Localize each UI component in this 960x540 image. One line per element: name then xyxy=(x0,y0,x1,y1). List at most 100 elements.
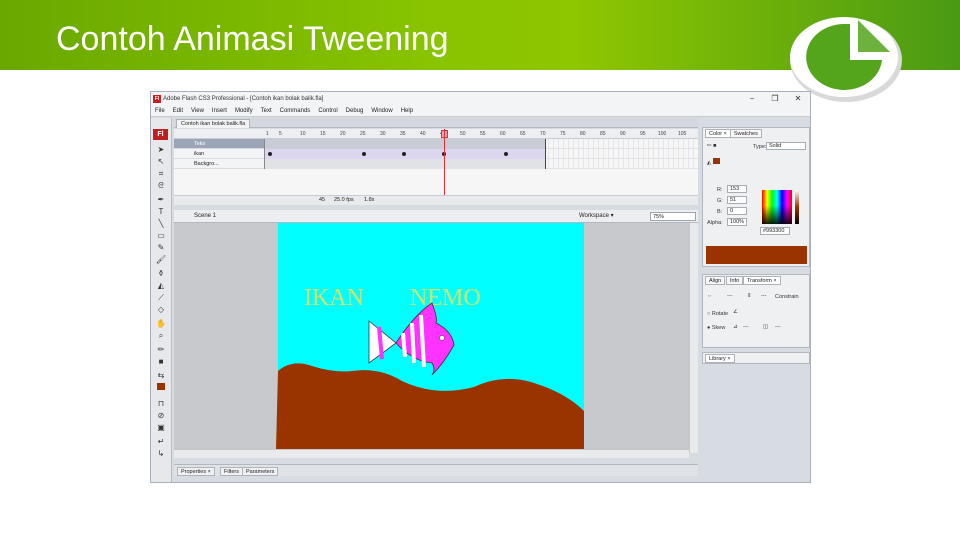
tab-info[interactable]: Info xyxy=(726,276,744,285)
tab-align[interactable]: Align xyxy=(705,276,726,285)
ruler-number: 95 xyxy=(640,131,646,137)
skew-horizontal-field[interactable]: --- xyxy=(743,324,749,330)
layer-name: ikan xyxy=(194,151,205,157)
edit-bar: Scene 1 Workspace ▾ 75% xyxy=(174,210,698,223)
layer-background[interactable]: Backgro... xyxy=(174,159,264,169)
keyframe[interactable] xyxy=(362,152,366,156)
tab-properties[interactable]: Properties × xyxy=(177,467,215,476)
menu-text[interactable]: Text xyxy=(257,106,276,116)
keyframe[interactable] xyxy=(402,152,406,156)
menu-edit[interactable]: Edit xyxy=(169,106,187,116)
b-field[interactable]: 0 xyxy=(727,207,747,215)
pen-tool-icon[interactable]: ✒ xyxy=(154,194,168,205)
frame-span[interactable] xyxy=(264,139,546,149)
stage-canvas[interactable]: IKAN NEMO xyxy=(174,223,689,449)
rotate-angle-icon: ∠ xyxy=(733,309,738,315)
object-drawing-icon[interactable]: ▣ xyxy=(154,422,168,433)
close-button[interactable]: ✕ xyxy=(787,93,809,105)
menu-view[interactable]: View xyxy=(187,106,208,116)
frames-row-teks[interactable] xyxy=(264,139,698,149)
constrain-checkbox[interactable]: Constrain xyxy=(775,294,799,300)
document-tab[interactable]: Contoh ikan bolak balik.fla xyxy=(176,119,251,128)
fill-bucket-icon[interactable]: ◭ xyxy=(707,158,720,166)
minimize-button[interactable]: − xyxy=(741,93,763,105)
menu-insert[interactable]: Insert xyxy=(208,106,231,116)
eyedropper-tool-icon[interactable]: ⟋ xyxy=(154,292,168,303)
snap-icon[interactable]: ⊓ xyxy=(154,398,168,409)
menu-help[interactable]: Help xyxy=(397,106,417,116)
frames-row-background[interactable] xyxy=(264,159,698,169)
library-panel: Library × xyxy=(702,352,810,364)
frame-span[interactable] xyxy=(264,159,546,169)
frame-ruler[interactable]: 1 5 10 15 20 25 30 35 40 45 50 55 60 65 … xyxy=(174,129,698,139)
ink-bottle-tool-icon[interactable]: ⚱ xyxy=(154,268,168,279)
stage-horizontal-scrollbar[interactable] xyxy=(174,449,689,458)
color-spectrum[interactable] xyxy=(762,190,792,224)
free-transform-tool-icon[interactable]: ⌗ xyxy=(154,168,168,179)
ruler-number: 10 xyxy=(300,131,306,137)
r-field[interactable]: 153 xyxy=(727,185,747,193)
tab-color[interactable]: Color × xyxy=(705,129,731,138)
hex-field[interactable]: #993300 xyxy=(760,227,790,235)
subselection-tool-icon[interactable]: ↖ xyxy=(154,156,168,167)
width-field[interactable]: --- xyxy=(727,293,733,299)
g-field[interactable]: 51 xyxy=(727,196,747,204)
straighten-icon[interactable]: ↳ xyxy=(154,448,168,459)
skew-vertical-field[interactable]: --- xyxy=(775,324,781,330)
paint-bucket-tool-icon[interactable]: ◭ xyxy=(154,280,168,291)
menu-file[interactable]: File xyxy=(151,106,169,116)
zoom-select[interactable]: 75% xyxy=(650,212,696,221)
rotate-radio[interactable]: ○ Rotate xyxy=(707,311,728,317)
skew-label: Skew xyxy=(711,325,726,331)
menu-debug[interactable]: Debug xyxy=(342,106,368,116)
no-color-icon[interactable]: ⊘ xyxy=(154,410,168,421)
menu-modify[interactable]: Modify xyxy=(231,106,257,116)
zoom-tool-icon[interactable]: ⌕ xyxy=(154,330,168,341)
ruler-number: 85 xyxy=(600,131,606,137)
stage-area[interactable]: IKAN NEMO xyxy=(174,223,689,449)
rectangle-tool-icon[interactable]: ▭ xyxy=(154,230,168,241)
line-tool-icon[interactable]: ╲ xyxy=(154,218,168,229)
current-color-preview xyxy=(706,246,807,264)
frame-rate-readout[interactable]: 25.0 fps xyxy=(334,196,354,205)
tab-transform[interactable]: Transform × xyxy=(743,276,781,285)
pencil-tool-icon[interactable]: ✎ xyxy=(154,242,168,253)
fill-swatch-icon[interactable] xyxy=(154,382,168,393)
ruler-number: 25 xyxy=(360,131,366,137)
text-tool-icon[interactable]: T xyxy=(154,206,168,217)
smooth-icon[interactable]: ↵ xyxy=(154,436,168,447)
menu-commands[interactable]: Commands xyxy=(276,106,315,116)
menu-window[interactable]: Window xyxy=(367,106,396,116)
swap-colors-icon[interactable]: ⇆ xyxy=(154,370,168,381)
workspace-menu[interactable]: Workspace ▾ xyxy=(579,210,614,222)
keyframe[interactable] xyxy=(504,152,508,156)
type-select[interactable]: Solid xyxy=(766,142,806,150)
tab-swatches[interactable]: Swatches xyxy=(730,129,762,138)
tab-filters[interactable]: Filters xyxy=(220,467,243,476)
frames-row-ikan[interactable] xyxy=(264,149,698,159)
stroke-color-icon[interactable]: ✏ xyxy=(154,344,168,355)
selection-tool-icon[interactable]: ➤ xyxy=(154,144,168,155)
hand-tool-icon[interactable]: ✋ xyxy=(154,318,168,329)
stroke-color-icon[interactable]: ✏ ■ xyxy=(707,143,716,149)
stage-vertical-scrollbar[interactable] xyxy=(689,223,698,453)
restore-button[interactable]: ❐ xyxy=(764,93,786,105)
fill-color-icon[interactable]: ■ xyxy=(154,356,168,367)
brush-tool-icon[interactable]: 🖌 xyxy=(154,254,168,265)
tab-parameters[interactable]: Parameters xyxy=(242,467,279,476)
alpha-field[interactable]: 100% xyxy=(727,218,747,226)
eraser-tool-icon[interactable]: ◇ xyxy=(154,304,168,315)
lasso-tool-icon[interactable]: ᘓ xyxy=(154,180,168,191)
brightness-slider[interactable] xyxy=(795,190,799,224)
ruler-number: 15 xyxy=(320,131,326,137)
b-label: B: xyxy=(717,209,723,215)
height-field[interactable]: --- xyxy=(761,293,767,299)
scene-label[interactable]: Scene 1 xyxy=(194,210,216,222)
layer-teks[interactable]: Teks xyxy=(174,139,264,149)
playhead[interactable] xyxy=(444,129,445,205)
keyframe[interactable] xyxy=(268,152,272,156)
skew-radio[interactable]: ● Skew xyxy=(707,325,725,331)
layer-ikan[interactable]: ikan xyxy=(174,149,264,159)
tab-library[interactable]: Library × xyxy=(705,354,735,363)
menu-control[interactable]: Control xyxy=(314,106,341,116)
